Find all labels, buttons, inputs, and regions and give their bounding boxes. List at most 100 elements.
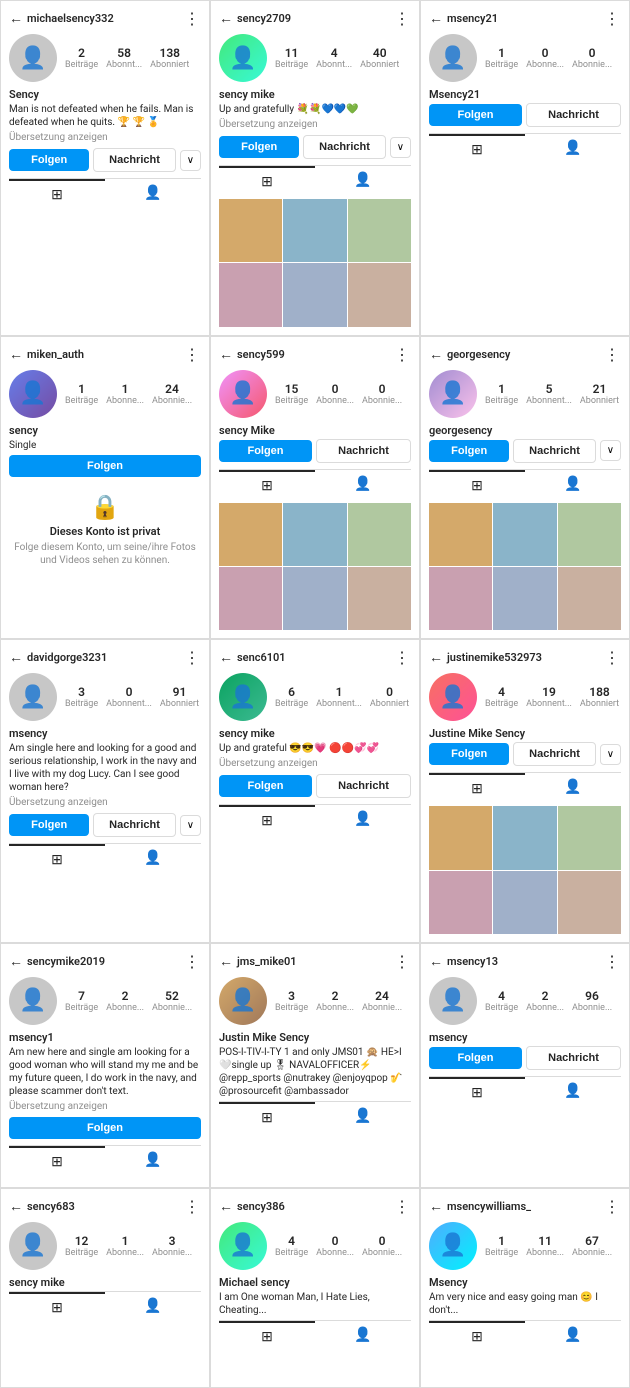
back-arrow-icon[interactable]: ←	[9, 953, 23, 970]
grid-tab[interactable]: ⊞	[219, 166, 315, 196]
tagged-tab[interactable]: 👤	[525, 1321, 621, 1351]
photo-thumbnail[interactable]	[219, 503, 282, 566]
more-options-icon[interactable]: ⋮	[184, 345, 201, 364]
tagged-tab[interactable]: 👤	[315, 166, 411, 196]
grid-tab[interactable]: ⊞	[9, 1146, 105, 1176]
dropdown-button[interactable]: ∨	[390, 137, 411, 158]
tagged-tab[interactable]: 👤	[315, 805, 411, 835]
grid-tab[interactable]: ⊞	[219, 805, 315, 835]
message-button[interactable]: Nachricht	[526, 103, 621, 127]
grid-tab[interactable]: ⊞	[9, 179, 105, 209]
follow-button[interactable]: Folgen	[9, 149, 89, 171]
message-button[interactable]: Nachricht	[513, 742, 595, 766]
more-options-icon[interactable]: ⋮	[604, 952, 621, 971]
tagged-tab[interactable]: 👤	[315, 470, 411, 500]
follow-button[interactable]: Folgen	[429, 743, 509, 765]
more-options-icon[interactable]: ⋮	[184, 1197, 201, 1216]
photo-thumbnail[interactable]	[558, 871, 621, 934]
tagged-tab[interactable]: 👤	[525, 134, 621, 164]
tagged-tab[interactable]: 👤	[525, 773, 621, 803]
back-arrow-icon[interactable]: ←	[9, 10, 23, 27]
back-arrow-icon[interactable]: ←	[429, 1198, 443, 1215]
follow-button[interactable]: Folgen	[429, 104, 522, 126]
back-arrow-icon[interactable]: ←	[219, 346, 233, 363]
back-arrow-icon[interactable]: ←	[429, 649, 443, 666]
photo-thumbnail[interactable]	[493, 567, 556, 630]
photo-thumbnail[interactable]	[283, 199, 346, 262]
photo-thumbnail[interactable]	[348, 567, 411, 630]
back-arrow-icon[interactable]: ←	[219, 953, 233, 970]
back-arrow-icon[interactable]: ←	[429, 346, 443, 363]
photo-thumbnail[interactable]	[493, 503, 556, 566]
more-options-icon[interactable]: ⋮	[184, 648, 201, 667]
grid-tab[interactable]: ⊞	[429, 470, 525, 500]
photo-thumbnail[interactable]	[493, 806, 556, 869]
grid-tab[interactable]: ⊞	[429, 1321, 525, 1351]
back-arrow-icon[interactable]: ←	[9, 1198, 23, 1215]
dropdown-button[interactable]: ∨	[600, 744, 621, 765]
translate-link[interactable]: Übersetzung anzeigen	[219, 119, 411, 130]
message-button[interactable]: Nachricht	[316, 774, 411, 798]
photo-thumbnail[interactable]	[429, 871, 492, 934]
grid-tab[interactable]: ⊞	[219, 1102, 315, 1132]
tagged-tab[interactable]: 👤	[105, 179, 201, 209]
more-options-icon[interactable]: ⋮	[394, 1197, 411, 1216]
dropdown-button[interactable]: ∨	[600, 440, 621, 461]
photo-thumbnail[interactable]	[493, 871, 556, 934]
photo-thumbnail[interactable]	[429, 806, 492, 869]
translate-link[interactable]: Übersetzung anzeigen	[9, 797, 201, 808]
tagged-tab[interactable]: 👤	[525, 1077, 621, 1107]
tagged-tab[interactable]: 👤	[105, 1146, 201, 1176]
tagged-tab[interactable]: 👤	[105, 844, 201, 874]
photo-thumbnail[interactable]	[348, 503, 411, 566]
follow-button[interactable]: Folgen	[219, 136, 299, 158]
more-options-icon[interactable]: ⋮	[394, 952, 411, 971]
message-button[interactable]: Nachricht	[93, 148, 175, 172]
photo-thumbnail[interactable]	[558, 503, 621, 566]
photo-thumbnail[interactable]	[348, 263, 411, 326]
back-arrow-icon[interactable]: ←	[219, 649, 233, 666]
photo-thumbnail[interactable]	[219, 567, 282, 630]
more-options-icon[interactable]: ⋮	[394, 9, 411, 28]
message-button[interactable]: Nachricht	[303, 135, 385, 159]
photo-thumbnail[interactable]	[429, 567, 492, 630]
back-arrow-icon[interactable]: ←	[429, 953, 443, 970]
photo-thumbnail[interactable]	[283, 503, 346, 566]
follow-button[interactable]: Folgen	[219, 775, 312, 797]
more-options-icon[interactable]: ⋮	[184, 952, 201, 971]
photo-thumbnail[interactable]	[283, 567, 346, 630]
tagged-tab[interactable]: 👤	[315, 1321, 411, 1351]
more-options-icon[interactable]: ⋮	[604, 1197, 621, 1216]
grid-tab[interactable]: ⊞	[219, 1321, 315, 1351]
photo-thumbnail[interactable]	[429, 503, 492, 566]
back-arrow-icon[interactable]: ←	[429, 10, 443, 27]
follow-button[interactable]: Folgen	[219, 440, 312, 462]
photo-thumbnail[interactable]	[558, 567, 621, 630]
more-options-icon[interactable]: ⋮	[604, 648, 621, 667]
photo-thumbnail[interactable]	[283, 263, 346, 326]
grid-tab[interactable]: ⊞	[9, 844, 105, 874]
message-button[interactable]: Nachricht	[93, 813, 175, 837]
grid-tab[interactable]: ⊞	[429, 773, 525, 803]
dropdown-button[interactable]: ∨	[180, 815, 201, 836]
back-arrow-icon[interactable]: ←	[9, 649, 23, 666]
grid-tab[interactable]: ⊞	[429, 134, 525, 164]
translate-link[interactable]: Übersetzung anzeigen	[9, 132, 201, 143]
follow-button[interactable]: Folgen	[9, 1117, 201, 1139]
photo-thumbnail[interactable]	[558, 806, 621, 869]
back-arrow-icon[interactable]: ←	[9, 346, 23, 363]
tagged-tab[interactable]: 👤	[525, 470, 621, 500]
tagged-tab[interactable]: 👤	[315, 1102, 411, 1132]
message-button[interactable]: Nachricht	[316, 439, 411, 463]
more-options-icon[interactable]: ⋮	[604, 9, 621, 28]
more-options-icon[interactable]: ⋮	[184, 9, 201, 28]
grid-tab[interactable]: ⊞	[219, 470, 315, 500]
more-options-icon[interactable]: ⋮	[604, 345, 621, 364]
back-arrow-icon[interactable]: ←	[219, 1198, 233, 1215]
translate-link[interactable]: Übersetzung anzeigen	[219, 758, 411, 769]
follow-button[interactable]: Folgen	[429, 440, 509, 462]
grid-tab[interactable]: ⊞	[429, 1077, 525, 1107]
more-options-icon[interactable]: ⋮	[394, 345, 411, 364]
translate-link[interactable]: Übersetzung anzeigen	[9, 1101, 201, 1112]
back-arrow-icon[interactable]: ←	[219, 10, 233, 27]
